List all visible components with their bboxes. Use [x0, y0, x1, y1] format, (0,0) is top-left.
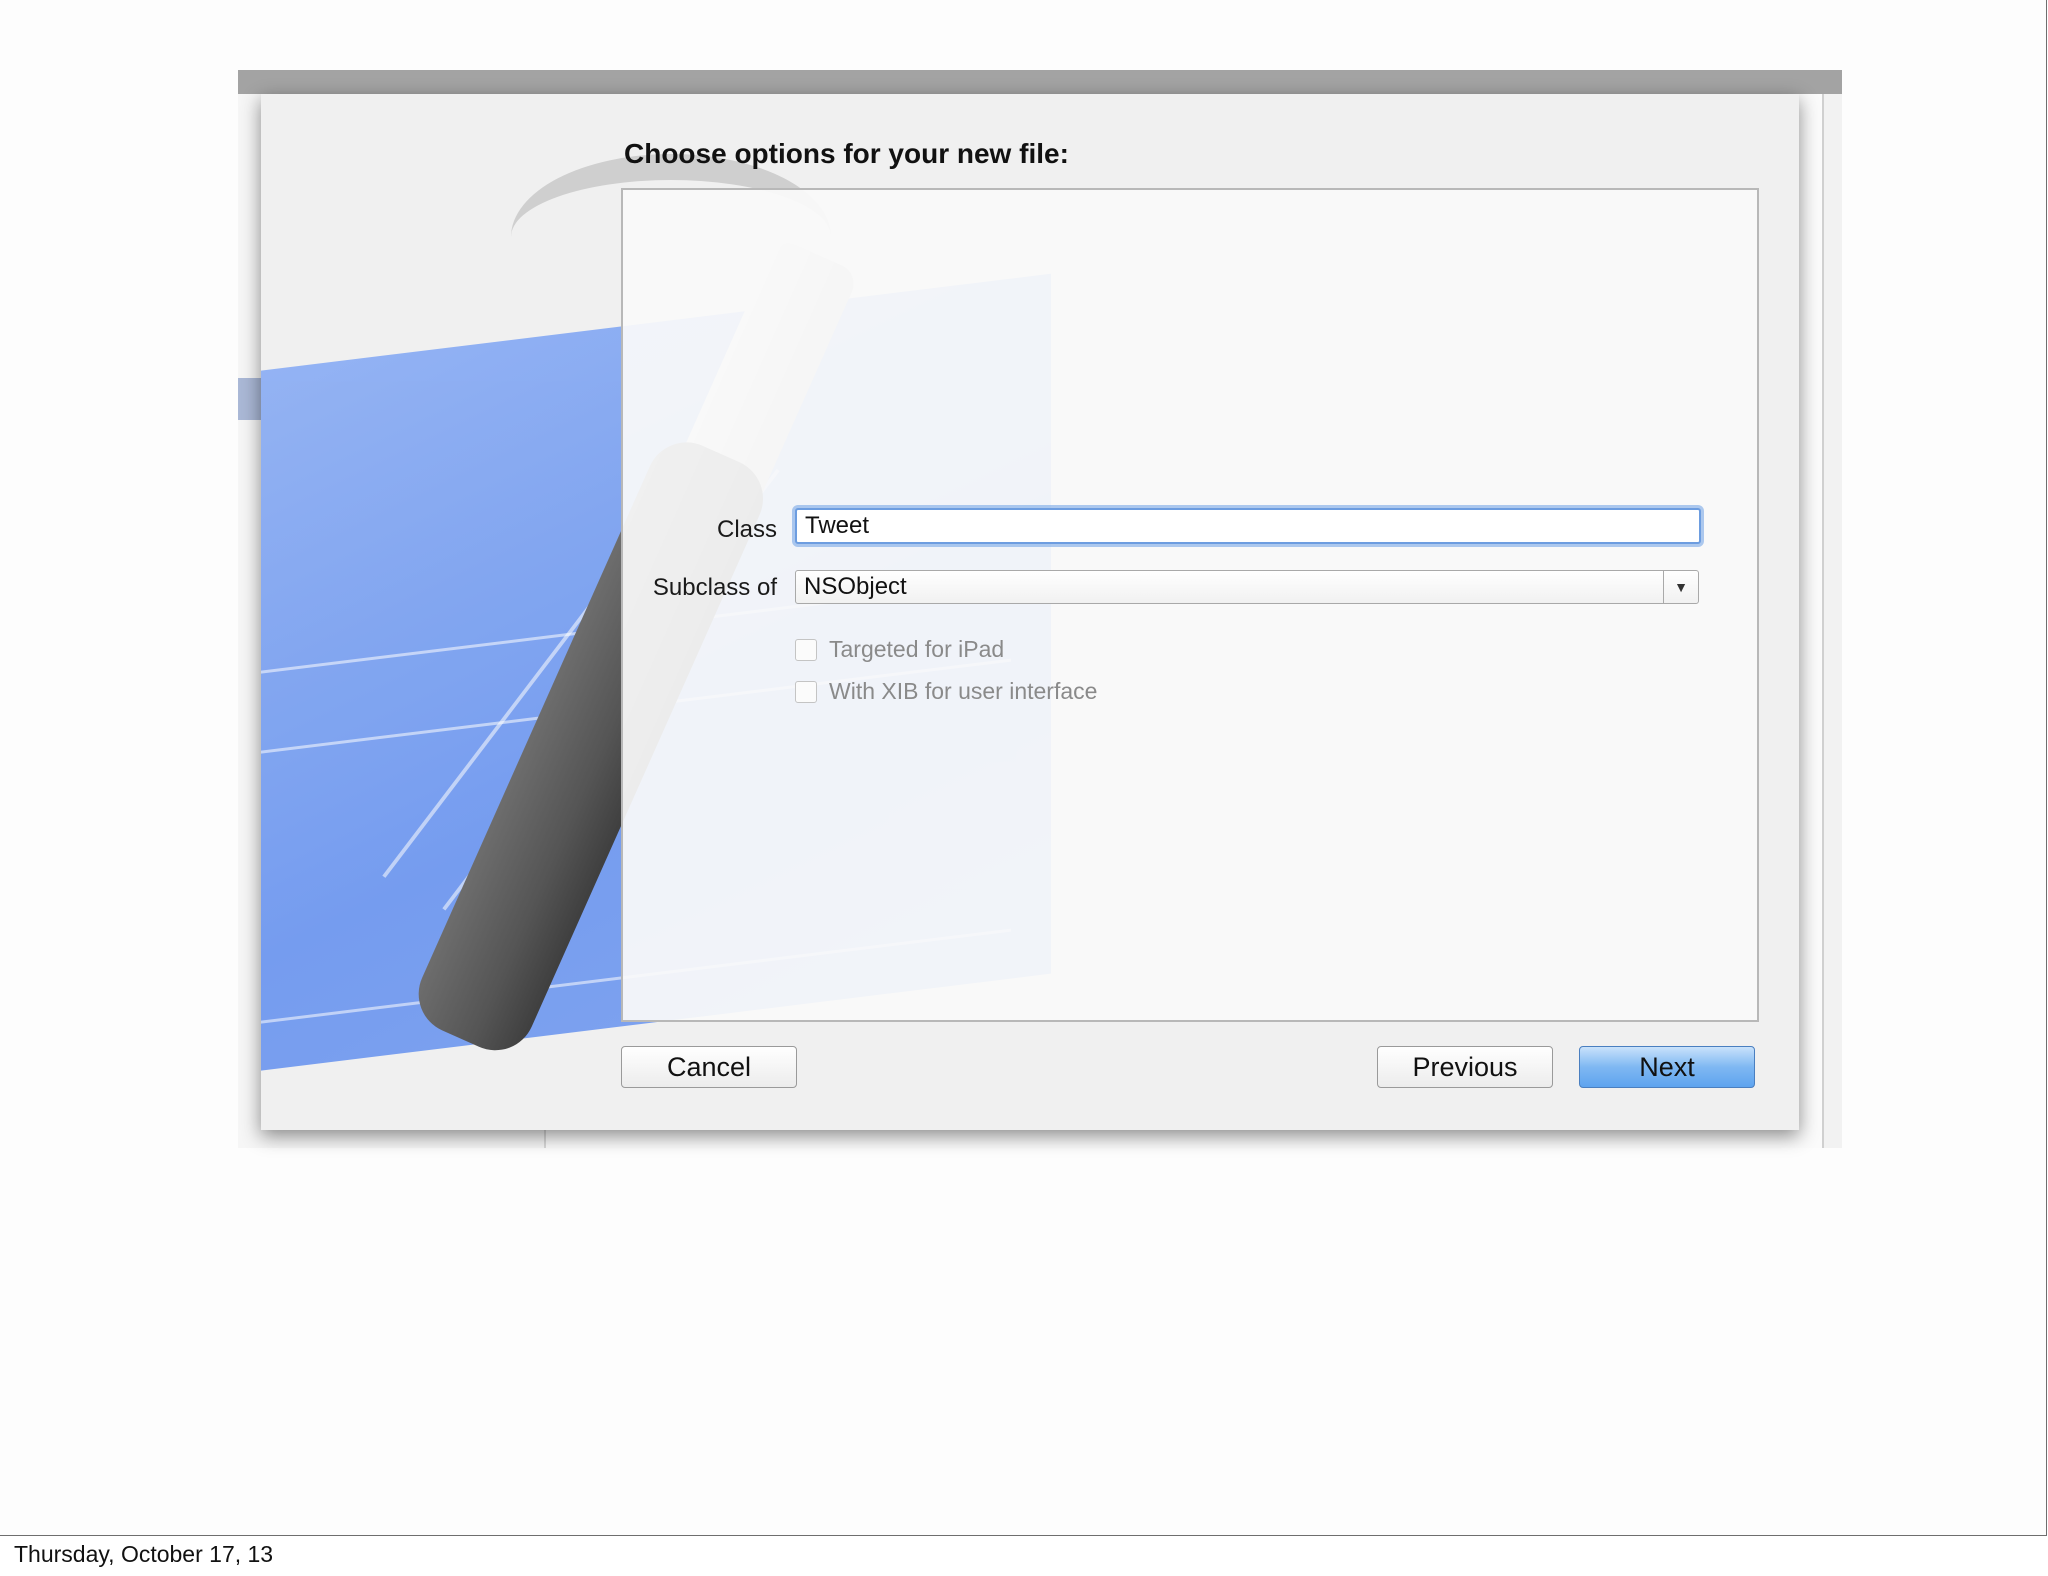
subclass-selected-value: NSObject: [804, 573, 907, 600]
sheet-title: Choose options for your new file:: [624, 138, 1069, 169]
cancel-button[interactable]: Cancel: [621, 1046, 797, 1088]
inspector-panel: [1822, 94, 1842, 1148]
subclass-label: Subclass of: [652, 574, 777, 601]
ipad-checkbox[interactable]: [795, 638, 817, 661]
class-label: Class: [716, 516, 777, 543]
new-file-options-sheet: Choose options for your new file: Class …: [261, 94, 1799, 1130]
slide-footer-date: Thursday, October 17, 13: [14, 1541, 274, 1567]
ipad-checkbox-label: Targeted for iPad: [829, 636, 1005, 662]
ipad-option-row[interactable]: Targeted for iPad: [795, 636, 1004, 663]
class-name-input[interactable]: Tweet: [795, 508, 1701, 544]
chevron-down-icon[interactable]: ▼: [1663, 571, 1698, 603]
options-panel: [621, 188, 1759, 1022]
xib-checkbox-label: With XIB for user interface: [829, 678, 1098, 704]
xib-checkbox[interactable]: [795, 680, 817, 703]
window-titlebar: [238, 70, 1842, 94]
next-button[interactable]: Next: [1579, 1046, 1755, 1088]
previous-button[interactable]: Previous: [1377, 1046, 1553, 1088]
slide-canvas: Choose options for your new file: Class …: [0, 0, 2047, 1536]
xib-option-row[interactable]: With XIB for user interface: [795, 678, 1097, 705]
subclass-select[interactable]: NSObject ▼: [795, 570, 1699, 604]
